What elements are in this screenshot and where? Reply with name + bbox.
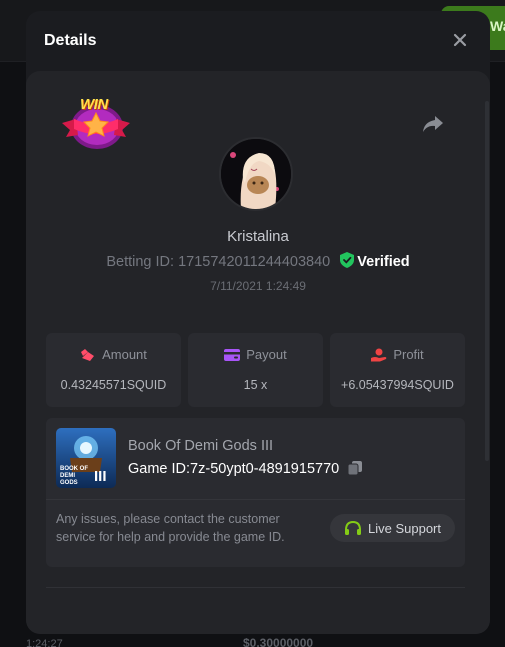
username: Kristalina	[227, 228, 289, 245]
stat-value-profit: +6.05437994SQUID	[341, 378, 454, 392]
stat-card-profit: Profit +6.05437994SQUID	[330, 333, 465, 407]
wallet-icon	[224, 349, 241, 361]
headset-icon	[345, 520, 361, 535]
stat-label-amount: Amount	[102, 347, 147, 362]
game-card-divider	[46, 499, 465, 500]
stat-value-payout: 15 x	[243, 378, 268, 392]
close-button[interactable]	[451, 31, 469, 49]
share-button[interactable]	[421, 113, 445, 135]
money-bag-icon	[81, 349, 95, 361]
stat-card-payout: Payout 15 x	[188, 333, 323, 407]
betting-id-value: 1715742011244403840	[178, 254, 331, 270]
verified-shield-icon	[340, 252, 355, 268]
close-icon	[453, 33, 467, 47]
live-support-button[interactable]: Live Support	[330, 514, 455, 542]
betting-id-label: Betting ID:	[106, 254, 175, 270]
game-thumb-numeral: III	[94, 468, 107, 485]
bet-details-modal: Details WIN Kristalina Betting ID: 17157…	[26, 11, 490, 634]
support-info-text: Any issues, please contact the customer …	[56, 512, 285, 544]
live-support-label: Live Support	[368, 520, 441, 536]
modal-header: Details	[26, 11, 490, 71]
copy-icon[interactable]	[347, 460, 363, 476]
game-id-label: Game ID:	[128, 461, 191, 477]
win-badge: WIN	[60, 95, 132, 151]
stat-card-amount: Amount 0.43245571SQUID	[46, 333, 181, 407]
game-name: Book Of Demi Gods III	[128, 438, 274, 454]
content-divider	[46, 587, 465, 588]
game-id-value: 7z-50ypt0-4891915770	[190, 461, 340, 477]
game-thumbnail[interactable]: BOOK OF DEMI GODS III	[56, 428, 116, 488]
modal-title: Details	[44, 32, 97, 49]
background-row-time: 1:24:27	[26, 638, 63, 647]
game-id-row: Game ID:7z-50ypt0-4891915770	[128, 460, 363, 477]
background-button-text: Wa	[490, 18, 505, 34]
share-icon	[423, 116, 443, 132]
user-avatar	[219, 137, 293, 211]
background-row-amount: $0.30000000	[243, 636, 314, 647]
modal-content: WIN Kristalina Betting ID: 1715742011244…	[26, 71, 490, 634]
stat-label-payout: Payout	[246, 347, 287, 362]
betting-id-row: Betting ID: 1715742011244403840 Verified	[26, 252, 490, 270]
win-badge-text: WIN	[80, 96, 108, 113]
game-thumb-title: BOOK OF DEMI GODS	[60, 466, 88, 486]
stat-label-profit: Profit	[393, 347, 424, 362]
hand-coin-icon	[371, 348, 387, 362]
stat-value-amount: 0.43245571SQUID	[60, 378, 167, 392]
verified-label: Verified	[357, 254, 410, 270]
game-card: BOOK OF DEMI GODS III Book Of Demi Gods …	[46, 418, 465, 567]
bet-timestamp: 7/11/2021 1:24:49	[210, 279, 306, 293]
